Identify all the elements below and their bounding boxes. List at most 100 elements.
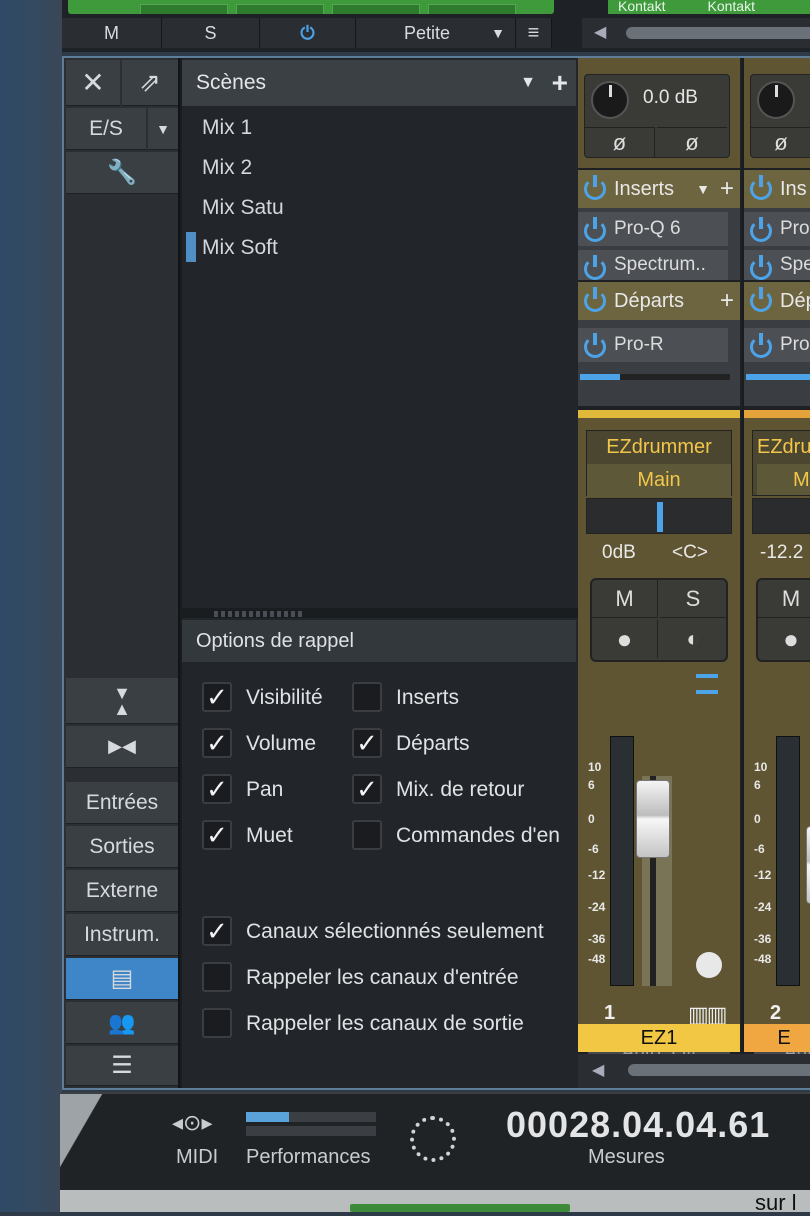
channel-mute-button[interactable]: M xyxy=(758,580,810,618)
lines-icon[interactable]: ☰ xyxy=(66,1046,178,1086)
insert-slot[interactable]: Spectrum.. xyxy=(578,250,728,280)
pan-slider[interactable] xyxy=(752,498,810,534)
checkbox-recall-outputs[interactable] xyxy=(202,1008,232,1038)
power-icon[interactable] xyxy=(750,175,772,200)
mixer-scrollbar[interactable]: ◀ xyxy=(578,1054,810,1088)
checkbox-controls[interactable] xyxy=(352,820,382,850)
scroll-left-icon[interactable]: ◀ xyxy=(594,22,606,42)
volume-fader[interactable] xyxy=(636,780,670,858)
scene-item[interactable]: Mix 1 xyxy=(202,116,252,140)
chevron-down-icon[interactable]: ▼ xyxy=(520,74,536,92)
channel-output[interactable]: M xyxy=(757,464,810,495)
power-icon[interactable] xyxy=(584,175,606,200)
pan-slider[interactable] xyxy=(586,498,732,534)
gain-knob[interactable] xyxy=(591,81,629,119)
checkbox-volume[interactable]: ✓ xyxy=(202,728,232,758)
nav-instruments[interactable]: Instrum. xyxy=(66,914,178,956)
scenes-icon[interactable]: ▤ xyxy=(66,958,178,1000)
checkbox-selected-channels[interactable]: ✓ xyxy=(202,916,232,946)
insert-slot[interactable]: Pro xyxy=(744,212,810,246)
scroll-left-icon[interactable]: ◀ xyxy=(592,1060,604,1080)
expand-icon[interactable]: ⇗ xyxy=(122,60,178,106)
wrench-icon[interactable]: 🔧 xyxy=(66,152,178,194)
send-level-bar[interactable] xyxy=(580,374,730,380)
power-icon[interactable] xyxy=(584,217,606,242)
add-send-icon[interactable]: + xyxy=(720,287,734,315)
top-scrollbar[interactable]: ◀ xyxy=(582,18,810,48)
midi-label: MIDI xyxy=(176,1146,219,1168)
checkbox-visibility[interactable]: ✓ xyxy=(202,682,232,712)
scale-tick: -12 xyxy=(754,868,772,882)
phase-invert-right[interactable]: ø xyxy=(657,127,727,157)
power-icon[interactable] xyxy=(750,287,772,312)
scene-item[interactable]: Mix Satu xyxy=(202,196,284,220)
checkbox-mute[interactable]: ✓ xyxy=(202,820,232,850)
checkbox-sends[interactable]: ✓ xyxy=(352,728,382,758)
channel-name[interactable]: EZdrummer xyxy=(587,431,731,464)
channel-output[interactable]: Main xyxy=(587,464,731,497)
insert-slot[interactable]: Spe xyxy=(744,250,810,280)
io-button[interactable]: E/S xyxy=(66,108,146,150)
checkbox-recall-inputs[interactable] xyxy=(202,962,232,992)
gain-control: 0.0 dB ø ø xyxy=(584,74,730,158)
channel-number: 2 xyxy=(770,1002,782,1024)
power-icon[interactable] xyxy=(750,333,772,358)
checkbox-label: Volume xyxy=(246,732,317,755)
record-icon[interactable]: ● xyxy=(592,620,658,658)
list-icon[interactable]: ≡ xyxy=(516,18,552,48)
panel-resize-grip[interactable] xyxy=(214,611,304,617)
solo-button[interactable]: S xyxy=(162,18,260,48)
power-icon[interactable] xyxy=(584,255,606,280)
send-level-bar[interactable] xyxy=(746,374,810,380)
volume-fader[interactable] xyxy=(806,826,810,904)
insert-slot[interactable]: Pro-Q 6 xyxy=(578,212,728,246)
performance-label[interactable]: Performances xyxy=(246,1146,371,1169)
phase-invert-left[interactable]: ø xyxy=(585,127,655,157)
phase-invert-left[interactable]: ø xyxy=(751,127,810,157)
scene-item-selected[interactable]: Mix Soft xyxy=(202,236,278,260)
scrollbar-thumb[interactable] xyxy=(628,1064,810,1076)
close-icon[interactable]: ✕ xyxy=(66,60,120,106)
channel-label[interactable]: EZ1 xyxy=(578,1024,740,1052)
power-icon[interactable] xyxy=(750,255,772,280)
nav-external[interactable]: Externe xyxy=(66,870,178,912)
channel-name[interactable]: EZdru xyxy=(757,431,810,464)
scene-item[interactable]: Mix 2 xyxy=(202,156,252,180)
chevron-down-icon[interactable]: ▼ xyxy=(696,181,710,197)
time-display[interactable]: 00028.04.04.61 xyxy=(506,1104,770,1146)
power-icon[interactable] xyxy=(750,217,772,242)
mute-button[interactable]: M xyxy=(62,18,162,48)
power-icon[interactable] xyxy=(584,333,606,358)
performance-meter-secondary xyxy=(246,1126,376,1136)
pan-knob-icon[interactable] xyxy=(696,952,722,978)
send-slot[interactable]: Pro xyxy=(744,328,810,362)
midi-icon[interactable]: ◂⊙▸ xyxy=(172,1110,213,1136)
collapse-vertical-icon[interactable]: ▼ ▲ xyxy=(66,678,178,724)
size-selector[interactable]: Petite ▼ xyxy=(356,18,516,48)
nav-inputs[interactable]: Entrées xyxy=(66,782,178,824)
collapse-horizontal-icon[interactable]: ▶◀ xyxy=(66,726,178,768)
recall-options-header: Options de rappel xyxy=(182,620,576,662)
people-icon[interactable]: 👥 xyxy=(66,1002,178,1044)
gain-control: ø xyxy=(750,74,810,158)
channel-solo-button[interactable]: S xyxy=(660,580,726,618)
recall-options-panel: Options de rappel ✓ Visibilité ✓ Volume … xyxy=(182,618,578,1088)
record-icon[interactable]: ● xyxy=(758,620,810,658)
background-green-bar xyxy=(350,1204,570,1212)
checkbox-label: Pan xyxy=(246,778,284,801)
checkbox-cue-mix[interactable]: ✓ xyxy=(352,774,382,804)
power-icon[interactable]: ⏻ xyxy=(260,18,356,48)
send-slot[interactable]: Pro-R xyxy=(578,328,728,362)
monitor-icon[interactable]: ◐ xyxy=(660,620,726,658)
add-insert-icon[interactable]: + xyxy=(720,175,734,203)
checkbox-inserts[interactable] xyxy=(352,682,382,712)
scrollbar-thumb[interactable] xyxy=(626,27,810,39)
power-icon[interactable] xyxy=(584,287,606,312)
add-scene-icon[interactable]: + xyxy=(552,67,568,99)
channel-label[interactable]: E xyxy=(744,1024,810,1052)
checkbox-pan[interactable]: ✓ xyxy=(202,774,232,804)
io-dropdown-icon[interactable]: ▼ xyxy=(148,108,178,150)
nav-outputs[interactable]: Sorties xyxy=(66,826,178,868)
channel-mute-button[interactable]: M xyxy=(592,580,658,618)
gain-knob[interactable] xyxy=(757,81,795,119)
